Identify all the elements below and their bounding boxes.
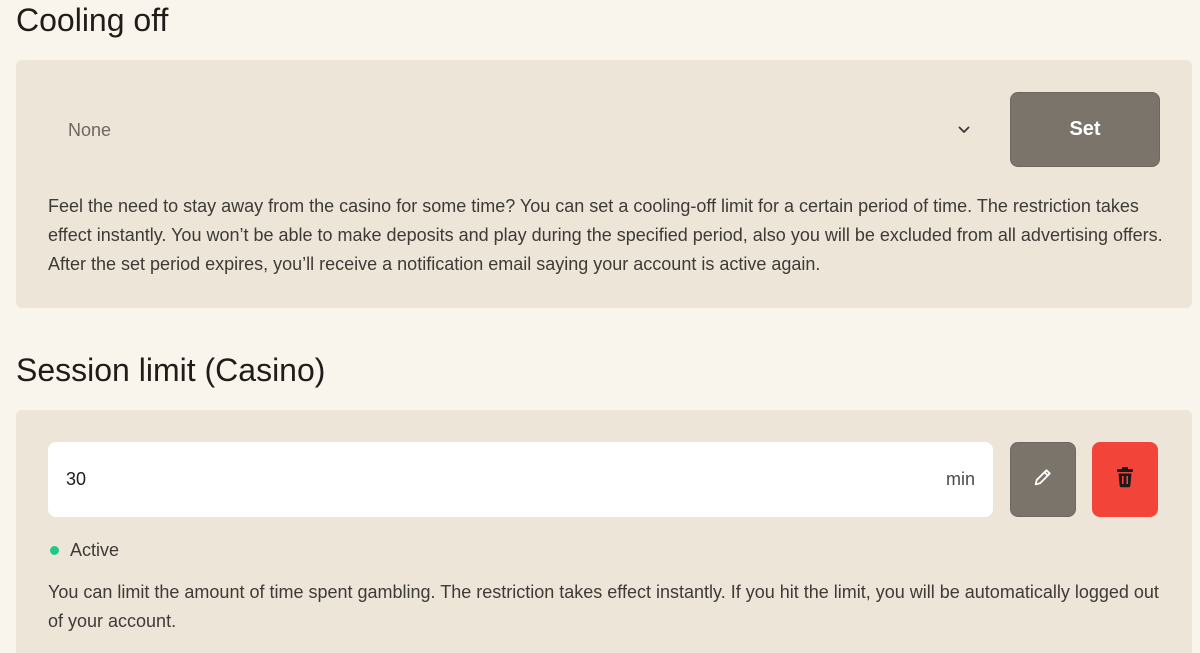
pencil-icon — [1032, 466, 1054, 493]
cooling-off-description: Feel the need to stay away from the casi… — [48, 196, 1163, 274]
trash-icon — [1115, 466, 1135, 493]
cooling-off-period-select[interactable]: None — [48, 92, 992, 168]
chevron-down-icon — [956, 122, 972, 138]
status-dot — [50, 546, 59, 555]
edit-button[interactable] — [1010, 442, 1076, 517]
session-limit-unit: min — [945, 469, 975, 489]
delete-button[interactable] — [1092, 442, 1158, 517]
status-label: Active — [70, 540, 120, 560]
status-indicator: Active — [50, 540, 119, 561]
set-button[interactable]: Set — [1010, 92, 1160, 167]
session-limit-card: min Active — [16, 410, 1192, 653]
session-limit-input[interactable] — [66, 469, 946, 490]
session-limit-field: min — [48, 442, 993, 517]
responsible-gaming-page: Cooling off None Set Feel the need to st… — [0, 0, 1200, 653]
cooling-off-card: None Set Feel the need to stay away from… — [16, 60, 1192, 308]
cooling-off-title: Cooling off — [16, 2, 169, 38]
session-limit-description: You can limit the amount of time spent g… — [48, 582, 1159, 631]
cooling-off-select-value: None — [68, 119, 112, 140]
session-limit-title: Session limit (Casino) — [16, 352, 326, 388]
